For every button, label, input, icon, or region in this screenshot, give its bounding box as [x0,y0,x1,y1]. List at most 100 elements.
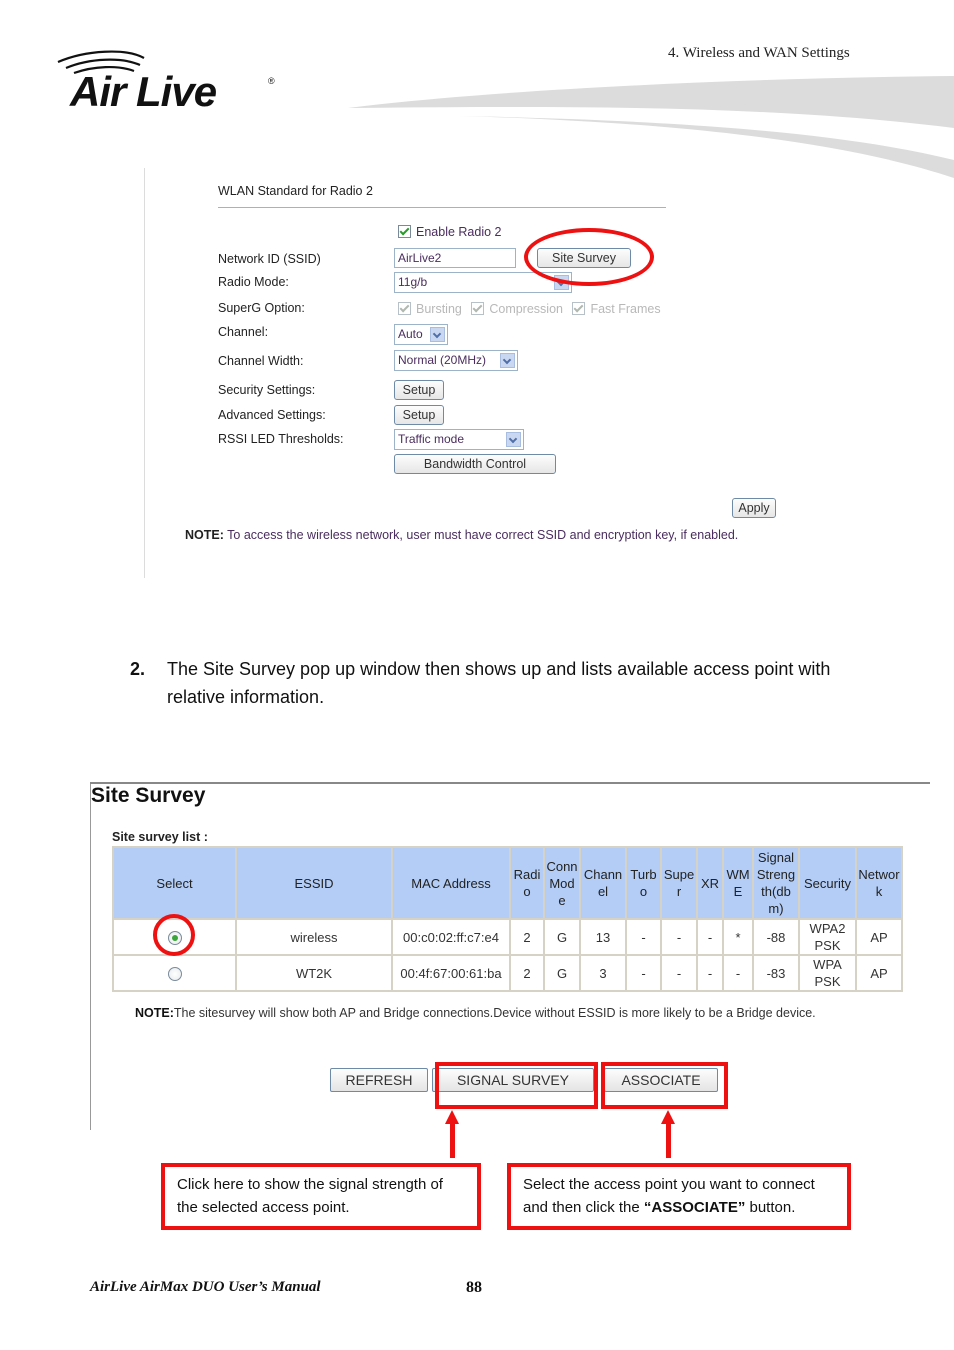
enable-radio-checkbox[interactable]: Enable Radio 2 [398,225,501,239]
mac-cell: 00:c0:02:ff:c7:e4 [391,918,511,956]
col-super: Supe r [660,846,698,920]
col-essid: ESSID [235,846,393,920]
channel-width-label: Channel Width: [218,354,304,368]
rssi-led-select[interactable]: Traffic mode [394,429,524,450]
essid-cell: WT2K [235,954,393,992]
wlan-section-title: WLAN Standard for Radio 2 [218,184,373,198]
screenshot-frame-edge [144,168,145,578]
col-security: Security [798,846,857,920]
super-cell: - [660,918,698,956]
wme-cell: * [722,918,754,956]
superg-bursting-checkbox: Bursting [398,302,462,316]
associate-callout: Select the access point you want to conn… [507,1163,851,1230]
superg-compression-checkbox: Compression [471,302,563,316]
col-radio: Radi o [509,846,545,920]
chevron-down-icon [500,353,515,368]
callout-text: button. [745,1199,796,1216]
arrow-shaft [666,1122,671,1158]
conn-mode-cell: G [543,954,581,992]
signal-cell: -88 [752,918,800,956]
chapter-heading: 4. Wireless and WAN Settings [668,45,850,61]
checkbox-disabled-icon [398,302,411,315]
col-xr: XR [696,846,724,920]
note-prefix: NOTE: [185,528,224,542]
xr-cell: - [696,918,724,956]
signal-survey-highlight-box [435,1062,598,1109]
essid-cell: wireless [235,918,393,956]
brand-wordmark: Air Live [69,68,217,112]
col-mac: MAC Address [391,846,511,920]
radio-mode-label: Radio Mode: [218,275,289,289]
chevron-down-icon [506,432,521,447]
refresh-button[interactable]: REFRESH [330,1068,428,1092]
step-number: 2. [130,659,146,679]
advanced-setup-button[interactable]: Setup [394,405,444,425]
signal-cell: -83 [752,954,800,992]
apply-button[interactable]: Apply [732,498,776,518]
conn-mode-cell: G [543,918,581,956]
table-row[interactable]: WT2K 00:4f:67:00:61:ba 2 G 3 - - - - -83… [112,954,903,992]
checkbox-disabled-icon [572,302,586,315]
header-swoosh-decoration [348,76,954,178]
channel-cell: 13 [579,918,627,956]
turbo-cell: - [625,954,662,992]
mac-cell: 00:4f:67:00:61:ba [391,954,511,992]
step-text: The Site Survey pop up window then shows… [167,659,831,707]
channel-cell: 3 [579,954,627,992]
rssi-led-label: RSSI LED Thresholds: [218,432,344,446]
site-survey-title: Site Survey [91,784,206,807]
manual-title: AirLive AirMax DUO User’s Manual [90,1279,321,1295]
note-text: The sitesurvey will show both AP and Bri… [173,1006,816,1020]
rssi-led-value: Traffic mode [398,432,465,446]
network-cell: AP [855,918,903,956]
select-cell [112,954,237,992]
channel-label: Channel: [218,325,269,339]
col-channel: Chann el [579,846,627,920]
channel-value: Auto [398,327,423,341]
radio-unselected-icon[interactable] [167,967,182,982]
channel-width-value: Normal (20MHz) [398,353,487,367]
superg-fast-frames-checkbox: Fast Frames [572,302,661,316]
svg-text:®: ® [268,76,275,86]
superg-options: Bursting Compression Fast Frames [398,302,667,316]
site-survey-table: Select ESSID MAC Address Radi o Conn Mod e … [112,846,903,992]
network-cell: AP [855,954,903,992]
note-text: To access the wireless network, user mus… [223,528,739,542]
site-survey-highlight-oval [524,228,654,286]
ssid-label: Network ID (SSID) [218,252,321,266]
ssid-input[interactable] [394,248,516,268]
col-wme: WM E [722,846,754,920]
turbo-cell: - [625,918,662,956]
site-survey-note: NOTE:The sitesurvey will show both AP an… [135,1006,816,1020]
col-turbo: Turb o [625,846,662,920]
col-signal: Signal Streng th(db m) [752,846,800,920]
enable-radio-label: Enable Radio 2 [416,225,502,239]
airlive-logo: Air Live ® [57,50,275,112]
super-cell: - [660,954,698,992]
channel-select[interactable]: Auto [394,324,448,345]
xr-cell: - [696,954,724,992]
table-row[interactable]: wireless 00:c0:02:ff:c7:e4 2 G 13 - - - … [112,918,903,956]
signal-survey-callout: Click here to show the signal strength o… [161,1163,481,1230]
callout-bold-text: “ASSOCIATE” [643,1199,746,1216]
associate-highlight-box [601,1062,728,1109]
col-network: Networ k [855,846,903,920]
selected-row-highlight-circle [153,914,195,956]
channel-width-select[interactable]: Normal (20MHz) [394,350,518,371]
checkbox-checked-icon [398,225,411,238]
radio-cell: 2 [509,918,545,956]
note-prefix: NOTE: [135,1006,174,1020]
table-header-row: Select ESSID MAC Address Radi o Conn Mod e … [112,846,903,920]
screenshot-frame-left [90,784,91,1130]
bandwidth-control-button[interactable]: Bandwidth Control [394,454,556,474]
security-cell: WPA2 PSK [798,918,857,956]
wlan-note: NOTE: To access the wireless network, us… [185,528,738,542]
security-setup-button[interactable]: Setup [394,380,444,400]
screenshot-frame-top [90,782,930,784]
section-divider [218,207,666,208]
col-select: Select [112,846,237,920]
site-survey-list-label: Site survey list : [112,830,208,844]
chevron-down-icon [430,327,445,342]
radio-cell: 2 [509,954,545,992]
wme-cell: - [722,954,754,992]
